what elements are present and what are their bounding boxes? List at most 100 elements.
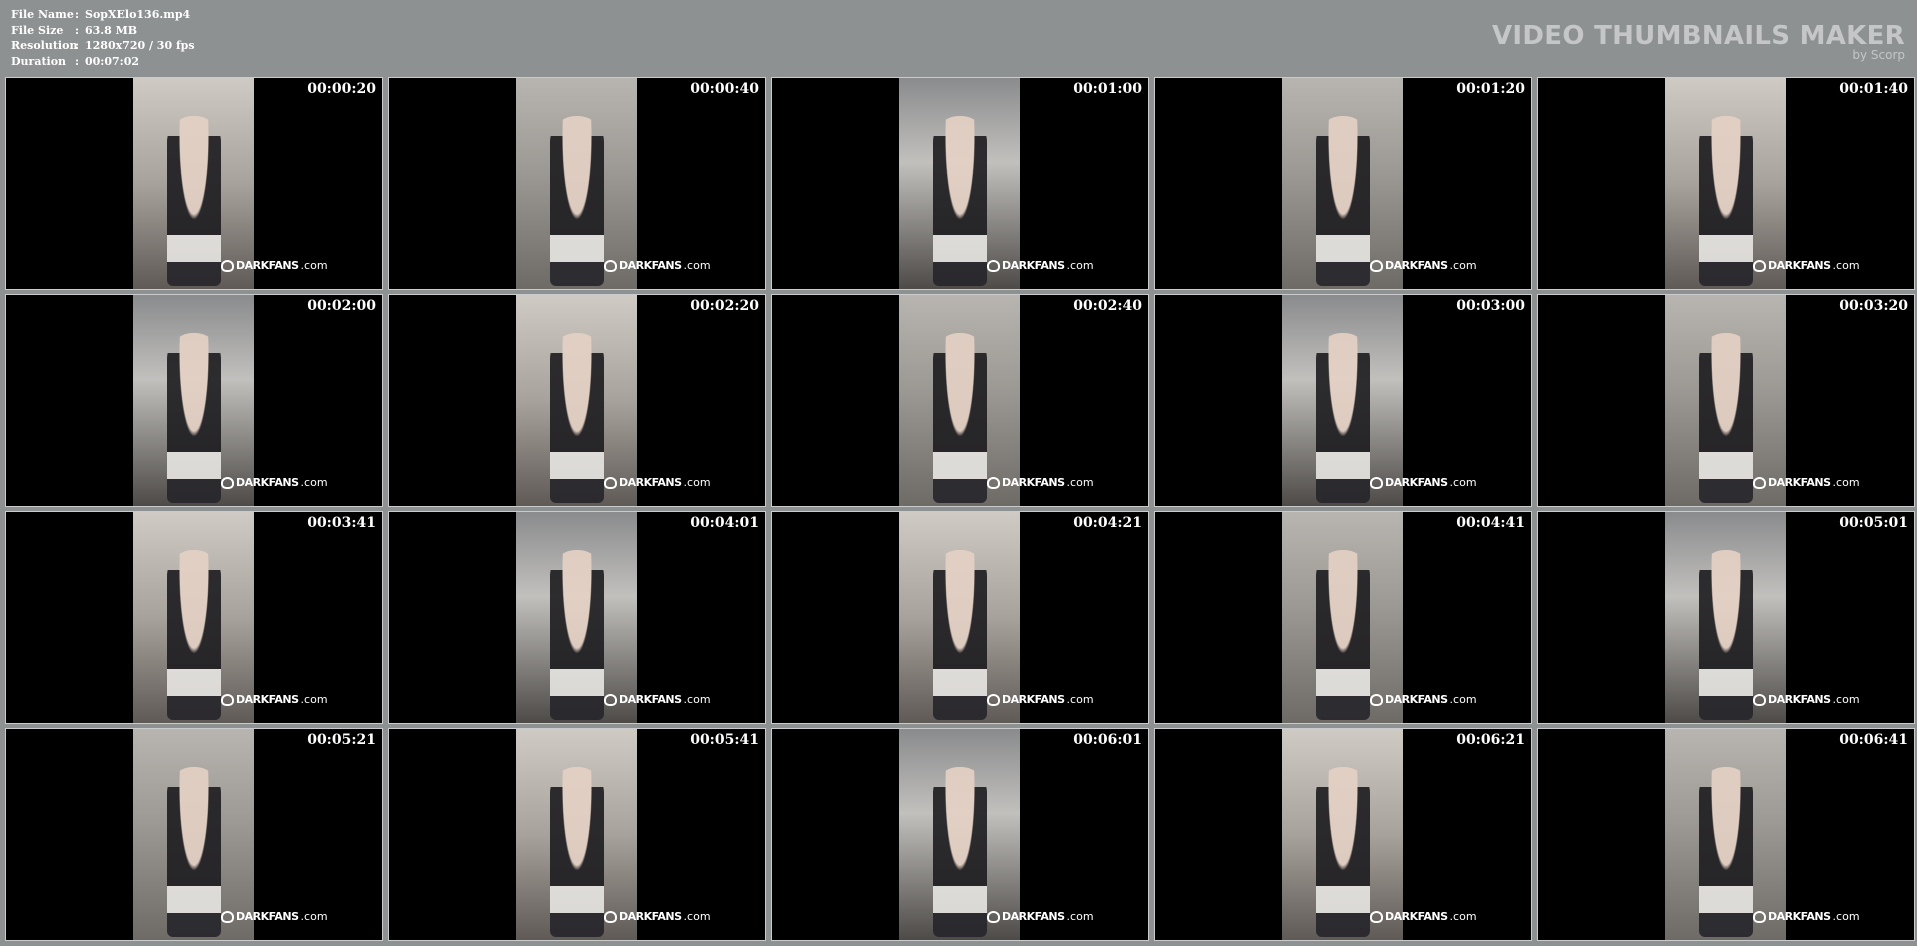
darkfans-logo-icon	[1753, 693, 1766, 706]
timestamp-label: 00:06:41	[1839, 732, 1908, 748]
frame-subject	[933, 767, 987, 937]
darkfans-logo-icon	[1370, 259, 1383, 272]
timestamp-label: 00:03:20	[1839, 298, 1908, 314]
thumbnail-tile[interactable]: 00:04:41 DARKFANS .com	[1154, 511, 1532, 724]
file-size-label: File Size	[11, 23, 64, 37]
video-frame-image	[133, 729, 254, 940]
video-frame-image	[1282, 295, 1403, 506]
video-frame-image	[899, 512, 1020, 723]
watermark-suffix: .com	[1832, 259, 1860, 272]
darkfans-logo-icon	[987, 259, 1000, 272]
darkfans-logo-icon	[604, 693, 617, 706]
frame-subject	[933, 550, 987, 720]
watermark-brand: DARKFANS	[1002, 476, 1065, 489]
watermark-suffix: .com	[1832, 693, 1860, 706]
darkfans-logo-icon	[604, 476, 617, 489]
file-name-label: File Name	[11, 8, 74, 21]
watermark-brand: DARKFANS	[1002, 693, 1065, 706]
thumbnail-tile[interactable]: 00:03:20 DARKFANS .com	[1537, 294, 1915, 507]
timestamp-label: 00:01:00	[1073, 81, 1142, 97]
timestamp-label: 00:02:00	[307, 298, 376, 314]
thumbnail-tile[interactable]: 00:06:01 DARKFANS .com	[771, 728, 1149, 941]
thumbnail-tile[interactable]: 00:01:20 DARKFANS .com	[1154, 77, 1532, 290]
darkfans-logo-icon	[987, 476, 1000, 489]
frame-subject	[167, 550, 221, 720]
timestamp-label: 00:06:01	[1073, 732, 1142, 748]
thumbnail-tile[interactable]: 00:00:40 DARKFANS .com	[388, 77, 766, 290]
thumbnail-tile[interactable]: 00:04:01 DARKFANS .com	[388, 511, 766, 724]
site-watermark: DARKFANS .com	[604, 476, 711, 489]
site-watermark: DARKFANS .com	[221, 476, 328, 489]
frame-subject	[1316, 550, 1370, 720]
duration-row: Duration : 00:07:02	[11, 54, 195, 70]
frame-subject	[1699, 116, 1753, 286]
thumbnail-tile[interactable]: 00:05:41 DARKFANS .com	[388, 728, 766, 941]
separator: :	[75, 55, 80, 69]
resolution-label: Resolution	[11, 39, 78, 53]
frame-subject	[1316, 116, 1370, 286]
thumbnail-tile[interactable]: 00:06:21 DARKFANS .com	[1154, 728, 1532, 941]
darkfans-logo-icon	[1370, 476, 1383, 489]
thumbnail-tile[interactable]: 00:02:40 DARKFANS .com	[771, 294, 1149, 507]
watermark-brand: DARKFANS	[236, 693, 299, 706]
video-frame-image	[899, 729, 1020, 940]
site-watermark: DARKFANS .com	[1370, 259, 1477, 272]
brand-title: VIDEO THUMBNAILS MAKER	[1491, 21, 1905, 51]
timestamp-label: 00:01:20	[1456, 81, 1525, 97]
video-frame-image	[133, 512, 254, 723]
darkfans-logo-icon	[1753, 259, 1766, 272]
watermark-brand: DARKFANS	[1768, 259, 1831, 272]
separator: :	[75, 23, 80, 37]
video-frame-image	[516, 295, 637, 506]
thumbnail-tile[interactable]: 00:05:01 DARKFANS .com	[1537, 511, 1915, 724]
video-frame-image	[516, 78, 637, 289]
timestamp-label: 00:05:01	[1839, 515, 1908, 531]
watermark-brand: DARKFANS	[619, 910, 682, 923]
frame-subject	[1316, 333, 1370, 503]
darkfans-logo-icon	[1370, 693, 1383, 706]
watermark-suffix: .com	[683, 693, 711, 706]
separator: :	[75, 39, 80, 53]
video-frame-image	[133, 78, 254, 289]
darkfans-logo-icon	[221, 693, 234, 706]
thumbnail-tile[interactable]: 00:06:41 DARKFANS .com	[1537, 728, 1915, 941]
watermark-brand: DARKFANS	[1768, 476, 1831, 489]
file-size-value: 63.8 MB	[85, 23, 138, 37]
thumbnail-tile[interactable]: 00:00:20 DARKFANS .com	[5, 77, 383, 290]
watermark-brand: DARKFANS	[1002, 910, 1065, 923]
watermark-suffix: .com	[1066, 693, 1094, 706]
darkfans-logo-icon	[604, 259, 617, 272]
timestamp-label: 00:01:40	[1839, 81, 1908, 97]
thumbnail-tile[interactable]: 00:01:40 DARKFANS .com	[1537, 77, 1915, 290]
darkfans-logo-icon	[221, 259, 234, 272]
timestamp-label: 00:03:00	[1456, 298, 1525, 314]
thumbnail-tile[interactable]: 00:03:00 DARKFANS .com	[1154, 294, 1532, 507]
site-watermark: DARKFANS .com	[221, 910, 328, 923]
site-watermark: DARKFANS .com	[604, 693, 711, 706]
timestamp-label: 00:05:41	[690, 732, 759, 748]
thumbnail-tile[interactable]: 00:05:21 DARKFANS .com	[5, 728, 383, 941]
thumbnail-tile[interactable]: 00:04:21 DARKFANS .com	[771, 511, 1149, 724]
thumbnail-tile[interactable]: 00:01:00 DARKFANS .com	[771, 77, 1149, 290]
watermark-brand: DARKFANS	[1768, 910, 1831, 923]
timestamp-label: 00:06:21	[1456, 732, 1525, 748]
video-frame-image	[516, 512, 637, 723]
darkfans-logo-icon	[221, 476, 234, 489]
timestamp-label: 00:05:21	[307, 732, 376, 748]
thumbnail-tile[interactable]: 00:02:20 DARKFANS .com	[388, 294, 766, 507]
file-info-panel: File Name : SopXElo136.mp4 File Size : 6…	[11, 7, 195, 70]
site-watermark: DARKFANS .com	[604, 259, 711, 272]
site-watermark: DARKFANS .com	[987, 910, 1094, 923]
frame-subject	[1316, 767, 1370, 937]
timestamp-label: 00:00:20	[307, 81, 376, 97]
watermark-suffix: .com	[1449, 910, 1477, 923]
thumbnail-tile[interactable]: 00:02:00 DARKFANS .com	[5, 294, 383, 507]
site-watermark: DARKFANS .com	[987, 259, 1094, 272]
video-frame-image	[1665, 295, 1786, 506]
watermark-brand: DARKFANS	[236, 259, 299, 272]
timestamp-label: 00:04:01	[690, 515, 759, 531]
watermark-brand: DARKFANS	[1385, 259, 1448, 272]
video-frame-image	[1665, 78, 1786, 289]
thumbnail-tile[interactable]: 00:03:41 DARKFANS .com	[5, 511, 383, 724]
frame-subject	[1699, 550, 1753, 720]
